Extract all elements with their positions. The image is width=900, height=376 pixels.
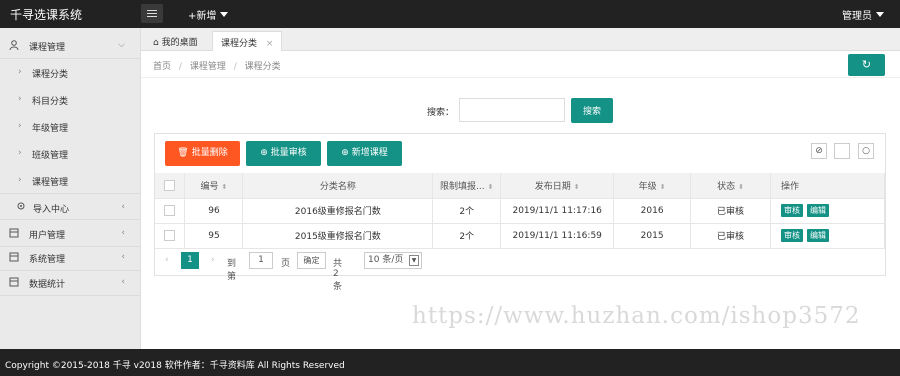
header-status[interactable]: 状态 ⬍ <box>690 173 772 199</box>
breadcrumb-current: 课程分类 <box>244 62 281 72</box>
sort-icon: ⬍ <box>221 182 228 191</box>
sidebar: 课程管理 ⌵ › 课程分类 › 科目分类 › 年级管理 › 班级管理 › 课程管… <box>0 28 141 349</box>
batch-audit-button[interactable]: ⊕ 批量审核 <box>246 141 321 166</box>
chevron-right-icon: › <box>18 67 22 77</box>
sidebar-item-user-mgmt[interactable]: 用户管理 ‹ <box>0 220 141 247</box>
admin-dropdown[interactable]: 管理员 <box>842 7 884 22</box>
dropdown-arrow-icon: ▼ <box>409 255 419 266</box>
refresh-icon: ↻ <box>861 58 872 71</box>
chevron-left-icon: ‹ <box>121 277 125 287</box>
header-date[interactable]: 发布日期 ⬍ <box>500 173 615 199</box>
trash-icon: 🗑 <box>177 148 189 158</box>
search-button[interactable]: 搜索 <box>571 98 613 123</box>
audit-button[interactable]: 审核 <box>781 204 804 217</box>
watermark-text: https://www.huzhan.com/ishop3572 <box>412 303 861 329</box>
sidebar-item-import-center[interactable]: 导入中心 ‹ <box>0 193 141 220</box>
chevron-down-icon: ⌵ <box>118 40 125 50</box>
header-grade[interactable]: 年级 ⬍ <box>613 173 692 199</box>
user-icon <box>9 40 19 50</box>
menu-icon <box>147 10 157 11</box>
sidebar-item-grade-mgmt[interactable]: › 年级管理 <box>0 113 141 140</box>
batch-delete-button[interactable]: 🗑 批量删除 <box>165 141 240 166</box>
filter-columns-icon[interactable]: ⊘ <box>811 143 827 159</box>
search-label: 搜索： <box>427 108 455 118</box>
page-label: 页 <box>281 259 291 269</box>
plus-circle-icon: ⊕ <box>260 148 268 158</box>
refresh-button[interactable]: ↻ <box>848 54 885 76</box>
tab-home[interactable]: ⌂ 我的桌面 <box>145 31 206 51</box>
caret-down-icon <box>876 12 884 17</box>
goto-page-input[interactable]: 1 <box>249 252 273 269</box>
header-actions: 操作 <box>770 173 885 199</box>
row-checkbox[interactable] <box>164 205 176 216</box>
chevron-right-icon: › <box>18 94 22 104</box>
add-course-button[interactable]: ⊕ 新增课程 <box>327 141 402 166</box>
select-all-checkbox[interactable] <box>164 179 176 191</box>
total-count: 共 2 条 <box>333 259 343 292</box>
goto-confirm-button[interactable]: 确定 <box>297 252 326 269</box>
page-size-select[interactable]: 10 条/页 ▼ <box>364 252 422 269</box>
course-category-table: 编号 ⬍ 分类名称 限制填报... ⬍ 发布日期 ⬍ 年级 ⬍ 状态 ⬍ 操作 96 20… <box>155 173 885 249</box>
document-icon <box>9 252 19 262</box>
table-row: 95 2015级重修报名门数 2个 2019/11/1 11:16:59 201… <box>155 223 885 249</box>
home-icon: ⌂ <box>153 38 159 48</box>
top-bar: 千寻选课系统 +新增 管理员 <box>0 0 900 28</box>
sort-icon: ⬍ <box>487 182 494 191</box>
tab-course-category[interactable]: 课程分类 × <box>212 31 283 51</box>
row-checkbox[interactable] <box>164 230 176 241</box>
next-page-icon[interactable]: › <box>211 255 215 265</box>
chevron-right-icon: › <box>18 121 22 131</box>
table-row: 96 2016级重修报名门数 2个 2019/11/1 11:17:16 201… <box>155 198 885 224</box>
sidebar-item-course-mgmt[interactable]: 课程管理 ⌵ <box>0 32 141 59</box>
breadcrumb: 首页 / 课程管理 / 课程分类 <box>153 62 281 72</box>
chevron-left-icon: ‹ <box>121 202 125 212</box>
footer: Copyright ©2015-2018 千寻 v2018 软件作者：千寻资料库… <box>0 349 900 376</box>
sidebar-item-course-category[interactable]: › 课程分类 <box>0 59 141 86</box>
breadcrumb-course-mgmt[interactable]: 课程管理 <box>190 62 226 72</box>
app-logo[interactable]: 千寻选课系统 <box>10 6 82 23</box>
edit-button[interactable]: 编辑 <box>807 204 830 217</box>
sidebar-item-data-stats[interactable]: 数据统计 ‹ <box>0 269 141 296</box>
sort-icon: ⬍ <box>738 182 744 191</box>
print-icon[interactable]: ○ <box>858 143 874 159</box>
plus-circle-icon: ⊕ <box>341 148 349 158</box>
data-panel: 🗑 批量删除 ⊕ 批量审核 ⊕ 新增课程 ⊘ ○ 编号 ⬍ 分类名称 限制填报... ⬍ … <box>154 133 886 292</box>
header-id[interactable]: 编号 ⬍ <box>184 173 244 199</box>
document-icon <box>9 277 19 287</box>
chevron-right-icon: › <box>18 148 22 158</box>
caret-down-icon <box>220 12 229 17</box>
prev-page-icon[interactable]: ‹ <box>165 255 169 265</box>
sort-icon: ⬍ <box>659 182 666 191</box>
breadcrumb-home[interactable]: 首页 <box>153 62 171 72</box>
chevron-left-icon: ‹ <box>121 228 125 238</box>
sort-icon: ⬍ <box>573 182 580 191</box>
sidebar-item-system-mgmt[interactable]: 系统管理 ‹ <box>0 244 141 271</box>
header-name: 分类名称 <box>242 173 434 199</box>
table-header-row: 编号 ⬍ 分类名称 限制填报... ⬍ 发布日期 ⬍ 年级 ⬍ 状态 ⬍ 操作 <box>155 173 885 199</box>
sidebar-item-class-mgmt[interactable]: › 班级管理 <box>0 140 141 167</box>
chevron-left-icon: ‹ <box>121 252 125 262</box>
add-new-dropdown[interactable]: +新增 <box>188 7 229 22</box>
search-input[interactable] <box>459 98 565 122</box>
sidebar-item-subject-category[interactable]: › 科目分类 <box>0 86 141 113</box>
page-current[interactable]: 1 <box>181 252 199 269</box>
document-icon <box>9 228 19 238</box>
chevron-right-icon: › <box>18 175 22 185</box>
copyright-text: Copyright ©2015-2018 千寻 v2018 软件作者：千寻资料库… <box>5 361 345 371</box>
breadcrumb-bar: 首页 / 课程管理 / 课程分类 ↻ <box>141 51 900 78</box>
close-icon[interactable]: × <box>266 39 274 49</box>
menu-toggle-button[interactable] <box>141 4 163 23</box>
sidebar-item-course-list[interactable]: › 课程管理 <box>0 167 141 194</box>
header-limit[interactable]: 限制填报... ⬍ <box>432 173 502 199</box>
tab-bar: ⌂ 我的桌面 课程分类 × <box>141 28 900 51</box>
edit-button[interactable]: 编辑 <box>807 229 830 242</box>
goto-label: 到第 <box>227 259 237 282</box>
export-icon[interactable] <box>834 143 850 159</box>
audit-button[interactable]: 审核 <box>781 229 804 242</box>
location-icon <box>17 202 25 210</box>
